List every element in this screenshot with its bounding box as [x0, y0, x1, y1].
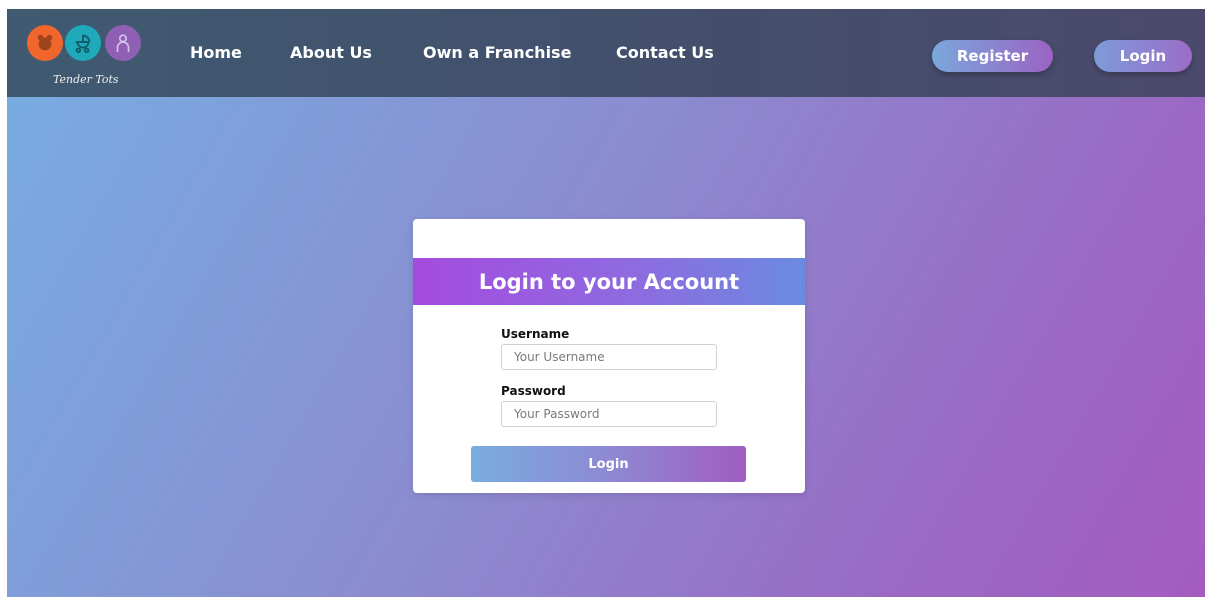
login-card: Login to your Account Username Password …	[413, 219, 805, 493]
login-card-header: Login to your Account	[413, 258, 805, 305]
username-label: Username	[501, 327, 570, 341]
baby-icon	[105, 25, 141, 61]
stroller-icon	[65, 25, 101, 61]
password-label: Password	[501, 384, 566, 398]
brand-name: Tender Tots	[53, 73, 119, 86]
login-title: Login to your Account	[478, 269, 740, 294]
register-button[interactable]: Register	[932, 40, 1053, 72]
teddy-bear-icon	[27, 25, 63, 61]
nav-link-contact-us[interactable]: Contact Us	[616, 43, 714, 62]
header-login-button-label: Login	[1119, 47, 1167, 65]
nav-link-own-a-franchise[interactable]: Own a Franchise	[423, 43, 571, 62]
register-button-label: Register	[956, 47, 1029, 65]
header-login-button[interactable]: Login	[1094, 40, 1192, 72]
nav-link-about-us[interactable]: About Us	[290, 43, 372, 62]
page-frame: Tender Tots Home About Us Own a Franchis…	[7, 9, 1205, 597]
brand-logo[interactable]: Tender Tots	[27, 25, 145, 89]
top-navbar: Tender Tots Home About Us Own a Franchis…	[7, 9, 1205, 97]
password-input[interactable]	[501, 401, 717, 427]
nav-link-home[interactable]: Home	[190, 43, 242, 62]
login-submit-button[interactable]: Login	[471, 446, 746, 482]
username-input[interactable]	[501, 344, 717, 370]
